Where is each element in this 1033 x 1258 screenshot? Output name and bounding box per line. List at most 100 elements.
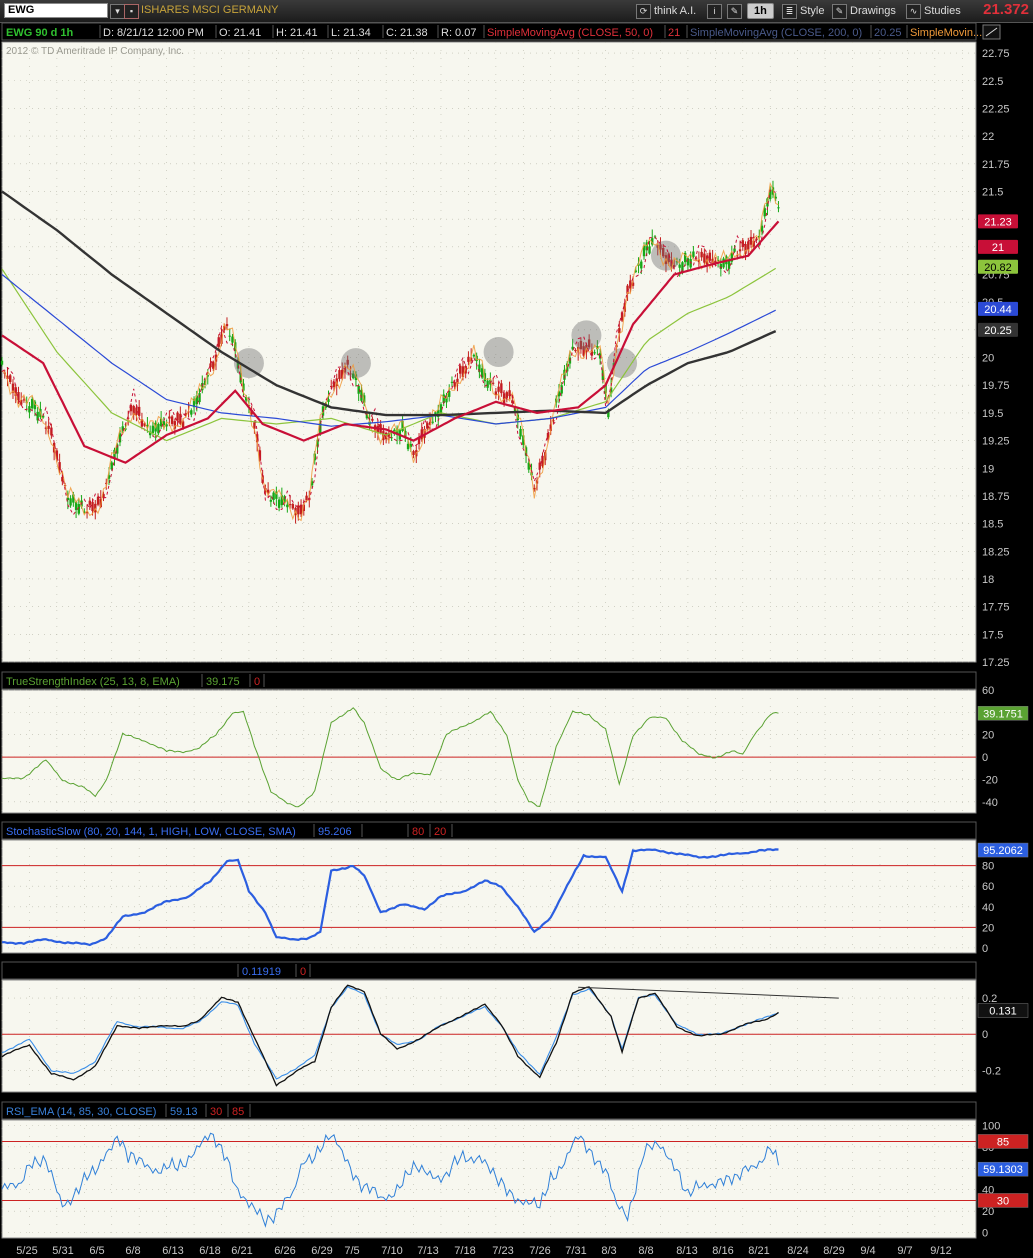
price-y-tick-label: 19.5	[982, 408, 1003, 420]
stochastic-badge-text: 95.2062	[983, 845, 1023, 857]
candle-body	[703, 253, 706, 263]
style-button[interactable]: ≣ Style	[782, 3, 824, 19]
header-field: H: 21.41	[276, 27, 318, 39]
candle-body	[708, 252, 712, 261]
candle-body	[69, 498, 72, 506]
price-y-tick-label: 19.75	[982, 380, 1010, 392]
price-y-tick-label: 17.75	[982, 602, 1010, 614]
candle-body	[472, 354, 476, 357]
candle-body	[91, 501, 94, 512]
x-tick-label: 8/8	[638, 1245, 653, 1257]
candle-body	[225, 324, 229, 327]
candle-body	[777, 207, 780, 209]
osc-panel	[1, 979, 977, 1093]
timeframe-button[interactable]: 1h	[747, 3, 774, 19]
price-label-text: 20.25	[984, 325, 1012, 337]
x-tick-label: 5/25	[16, 1245, 37, 1257]
header-field: L: 21.34	[331, 27, 371, 39]
x-tick-label: 8/24	[787, 1245, 808, 1257]
candle-body	[431, 421, 434, 423]
price-y-tick-label: 22.5	[982, 76, 1003, 88]
rsi-y-tick-label: 0	[982, 1228, 988, 1240]
study-header-field: 95.206	[318, 826, 352, 838]
price-label-text: 20.82	[984, 262, 1012, 274]
x-tick-label: 6/5	[89, 1245, 104, 1257]
x-tick-label: 5/31	[52, 1245, 73, 1257]
study-header-field: 0	[300, 966, 306, 978]
header-field: 20.25	[874, 27, 902, 39]
candle-body	[574, 349, 577, 352]
x-tick-label: 7/18	[454, 1245, 475, 1257]
osc-y-tick-label: 0.2	[982, 993, 997, 1005]
x-tick-label: 6/8	[125, 1245, 140, 1257]
candle-body	[450, 381, 454, 383]
candle-body	[497, 386, 500, 392]
candle-body	[269, 499, 273, 502]
candle-body	[179, 413, 182, 424]
x-tick-label: 7/23	[492, 1245, 513, 1257]
stoch-y-tick-label: 60	[982, 881, 994, 893]
x-tick-label: 6/18	[199, 1245, 220, 1257]
header-field: 21	[668, 27, 680, 39]
rsi-badge-text: 59.1303	[983, 1164, 1023, 1176]
price-y-tick-label: 21.75	[982, 159, 1010, 171]
price-y-tick-label: 21.5	[982, 186, 1003, 198]
studies-label: Studies	[924, 5, 961, 17]
x-tick-label: 6/13	[162, 1245, 183, 1257]
symbol-link-icon[interactable]: ▪	[124, 3, 142, 19]
candle-body	[30, 399, 34, 409]
studies-button[interactable]: ∿ Studies	[906, 3, 961, 19]
x-tick-label: 7/31	[565, 1245, 586, 1257]
price-y-tick-label: 20	[982, 353, 994, 365]
style-label: Style	[800, 5, 825, 17]
candle-body	[747, 241, 750, 250]
stoch-y-tick-label: 40	[982, 902, 994, 914]
highlight-circle	[483, 337, 514, 367]
x-tick-label: 9/4	[860, 1245, 875, 1257]
candle-body	[700, 251, 703, 258]
candle-body	[88, 500, 91, 505]
study-header-field: StochasticSlow (80, 20, 144, 1, HIGH, LO…	[6, 826, 296, 838]
rsi-y-tick-label: 20	[982, 1206, 994, 1218]
candle-body	[9, 375, 12, 382]
header-field: SimpleMovin...	[910, 27, 982, 39]
candle-body	[412, 451, 415, 455]
study-header-field: 39.175	[206, 676, 240, 688]
chart-settings-icon[interactable]: i	[707, 3, 725, 19]
candle-body	[228, 335, 231, 337]
pencil-icon: ✎	[832, 3, 847, 19]
stoch-y-tick-label: 80	[982, 861, 994, 873]
header-field: R: 0.07	[441, 27, 476, 39]
tsi-badge-text: 39.1751	[983, 708, 1023, 720]
candle-body	[738, 249, 742, 252]
candle-body	[727, 260, 731, 269]
drawings-button[interactable]: ✎ Drawings	[832, 3, 896, 19]
last-price: 21.372	[983, 1, 1029, 18]
price-y-tick-label: 18.25	[982, 546, 1010, 558]
highlight-circle	[571, 320, 602, 351]
price-y-tick-label: 17.25	[982, 657, 1010, 669]
header-field: SimpleMovingAvg (CLOSE, 50, 0)	[487, 27, 653, 39]
think-ai-button[interactable]: ⟳ think A.I.	[636, 3, 696, 19]
symbol-input[interactable]: EWG	[4, 3, 108, 18]
candle-body	[168, 416, 171, 419]
tsi-y-tick-label: 20	[982, 730, 994, 742]
tsi-y-tick-label: -20	[982, 774, 998, 786]
x-tick-label: 8/3	[601, 1245, 616, 1257]
candle-body	[305, 495, 308, 501]
style-icon: ≣	[782, 3, 797, 19]
company-name: ISHARES MSCI GERMANY	[141, 4, 279, 16]
x-tick-label: 9/7	[897, 1245, 912, 1257]
rsi-overbought-badge-text: 85	[997, 1136, 1009, 1148]
wrench-icon[interactable]: ✎	[727, 3, 745, 19]
osc-header	[1, 961, 977, 980]
price-y-tick-label: 18.75	[982, 491, 1010, 503]
candle-body	[722, 258, 725, 268]
price-y-tick-label: 17.5	[982, 629, 1003, 641]
drawings-label: Drawings	[850, 5, 896, 17]
osc-y-tick-label: 0	[982, 1029, 988, 1041]
candle-body	[0, 360, 4, 365]
x-tick-label: 6/26	[274, 1245, 295, 1257]
refresh-icon: ⟳	[636, 3, 651, 19]
chart-canvas[interactable]: 17.25 17.5 17.75 18 18.25 18.5 18.75 19 19.25 19.…	[0, 22, 1033, 1258]
